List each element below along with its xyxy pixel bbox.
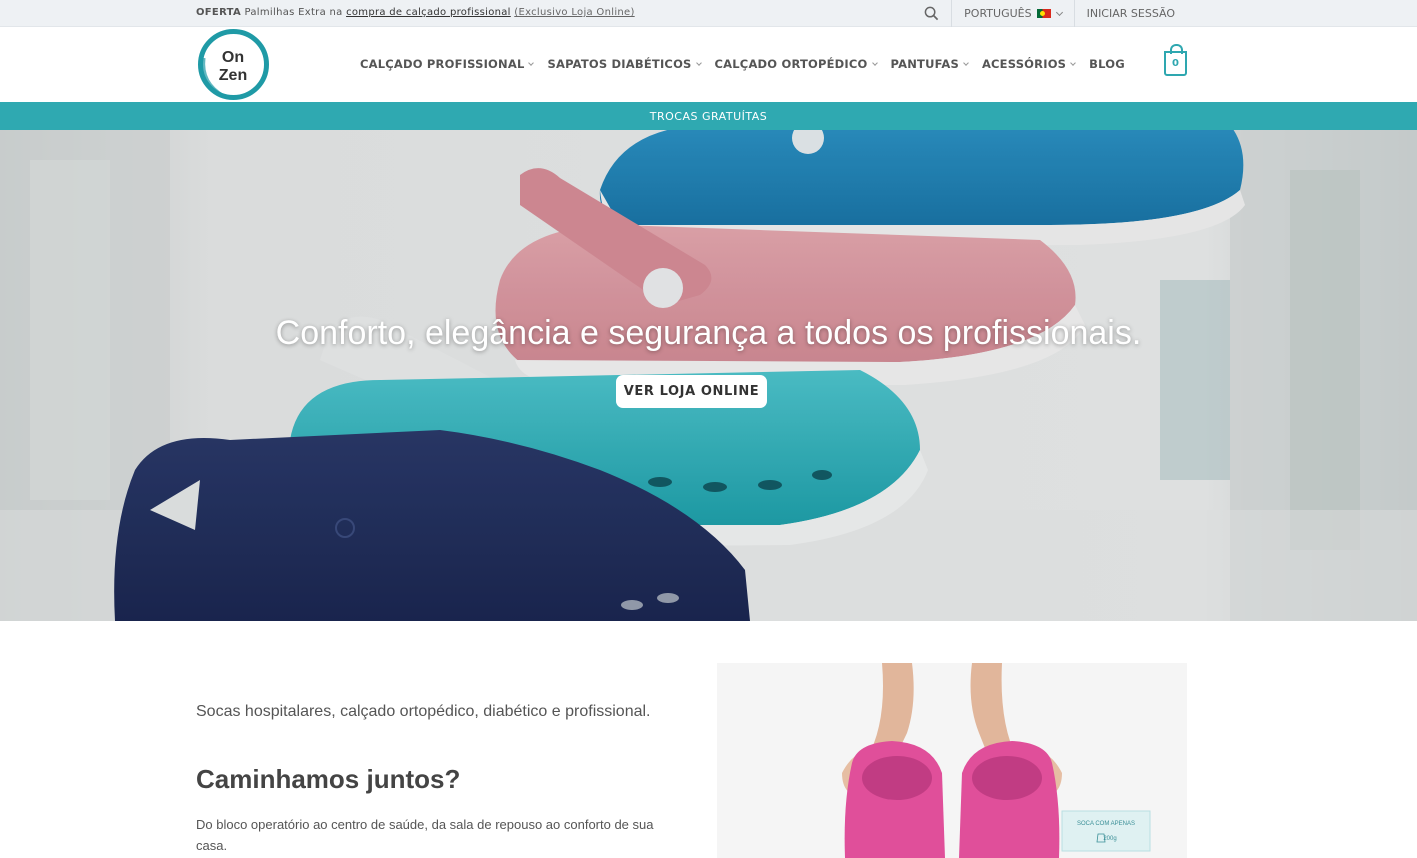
chevron-down-icon (1055, 8, 1063, 16)
offer-text: Palmilhas Extra na (244, 7, 343, 18)
search-icon (924, 6, 939, 21)
main-navigation: CALÇADO PROFISSIONAL SAPATOS DIABÉTICOS … (360, 57, 1139, 71)
nav-item-label: ACESSÓRIOS (981, 57, 1067, 71)
view-online-shop-button[interactable]: VER LOJA ONLINE (616, 375, 767, 408)
logo-text-zen: Zen (219, 67, 247, 84)
nav-item-pantufas[interactable]: PANTUFAS (890, 57, 969, 71)
logo-text-on: On (222, 49, 244, 66)
hero-banner: Conforto, elegância e segurança a todos … (0, 130, 1417, 621)
top-bar-actions: PORTUGUÊS INICIAR SESSÃO (912, 0, 1187, 27)
language-selector[interactable]: PORTUGUÊS (951, 0, 1073, 27)
offer-banner: OFERTA Palmilhas Extra na compra de calç… (196, 7, 635, 18)
section-heading: Caminhamos juntos? (196, 764, 461, 794)
chevron-down-icon (871, 59, 878, 66)
nav-item-label: PANTUFAS (890, 57, 959, 71)
intro-text: Socas hospitalares, calçado ortopédico, … (196, 703, 651, 720)
cart-button[interactable]: 0 (1164, 44, 1187, 76)
cart-count: 0 (1172, 58, 1179, 69)
offer-link[interactable]: compra de calçado profissional (346, 7, 511, 18)
chevron-down-icon (963, 59, 969, 66)
top-bar: OFERTA Palmilhas Extra na compra de calç… (0, 0, 1417, 27)
nav-item-label: CALÇADO PROFISSIONAL (360, 57, 525, 71)
language-label: PORTUGUÊS (964, 7, 1032, 20)
photo-label-line2: 200g (1103, 836, 1116, 842)
nav-item-label: SAPATOS DIABÉTICOS (547, 57, 692, 71)
main-header: On Zen CALÇADO PROFISSIONAL SAPATOS DIAB… (0, 27, 1417, 102)
chevron-down-icon (528, 59, 535, 66)
offer-bold: OFERTA (196, 7, 241, 18)
onzen-logo[interactable]: On Zen (196, 28, 271, 101)
free-exchanges-strip: TROCAS GRATUÍTAS (0, 102, 1417, 130)
section-description: Do bloco operatório ao centro de saúde, … (196, 817, 654, 853)
nav-item-label: CALÇADO ORTOPÉDICO (714, 57, 868, 71)
photo-label-line1: SOCA COM APENAS (1077, 821, 1135, 827)
nav-item-label: BLOG (1089, 57, 1125, 71)
strip-text: TROCAS GRATUÍTAS (649, 109, 768, 123)
chevron-down-icon (695, 59, 702, 66)
nav-item-acessorios[interactable]: ACESSÓRIOS (981, 57, 1076, 71)
nav-item-blog[interactable]: BLOG (1089, 57, 1125, 71)
nav-item-calcado-profissional[interactable]: CALÇADO PROFISSIONAL (360, 57, 535, 71)
login-link[interactable]: INICIAR SESSÃO (1073, 0, 1187, 27)
product-photo: SOCA COM APENAS 200g (717, 663, 1187, 858)
nav-item-sapatos-diabeticos[interactable]: SAPATOS DIABÉTICOS (547, 57, 702, 71)
nav-item-calcado-ortopedico[interactable]: CALÇADO ORTOPÉDICO (714, 57, 878, 71)
search-button[interactable] (912, 0, 951, 27)
pink-clogs-image: SOCA COM APENAS 200g (717, 663, 1187, 858)
hero-title: Conforto, elegância e segurança a todos … (275, 314, 1142, 352)
portugal-flag-icon (1036, 9, 1051, 18)
chevron-down-icon (1070, 59, 1076, 66)
offer-exclusive[interactable]: (Exclusivo Loja Online) (514, 7, 634, 18)
